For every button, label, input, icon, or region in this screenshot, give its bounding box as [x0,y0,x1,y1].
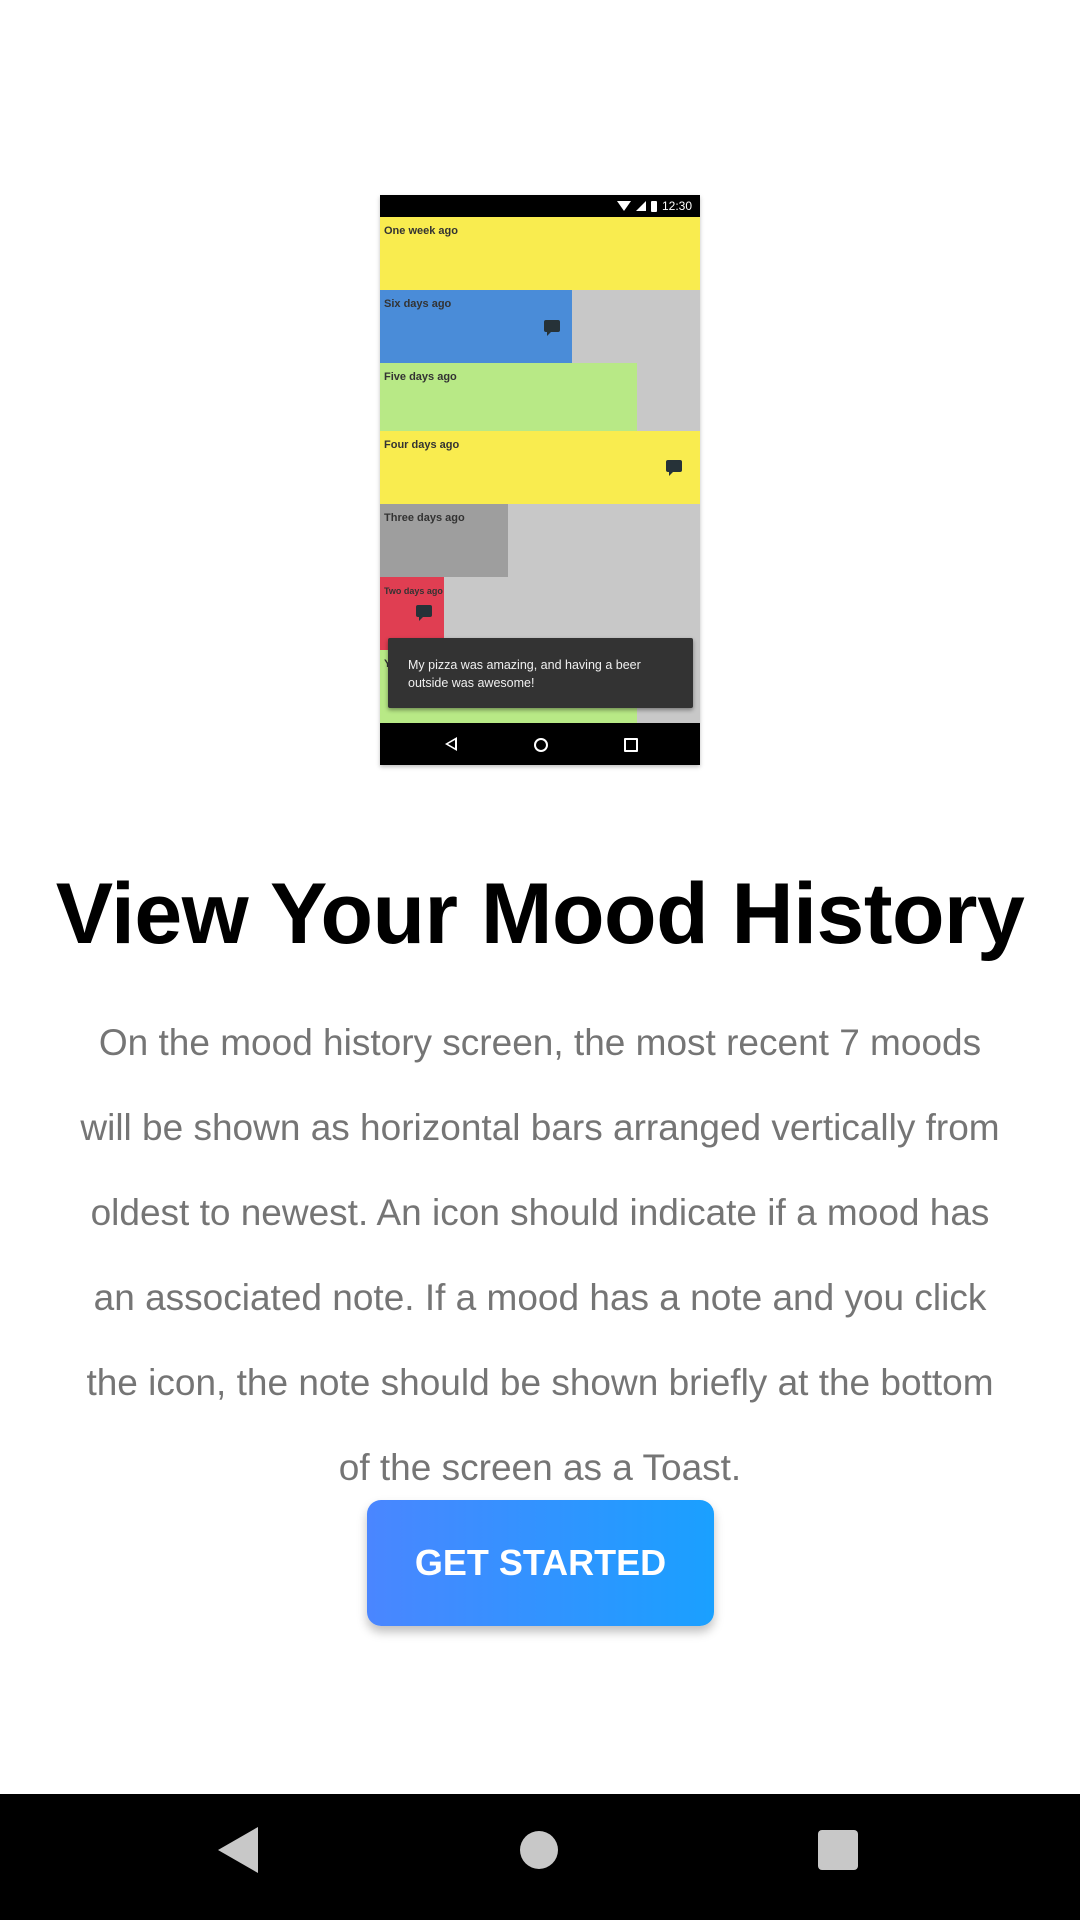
mood-bar: One week ago [380,217,700,290]
mockup-recents-icon [624,738,638,752]
page-title: View Your Mood History [55,866,1025,962]
system-nav-bar [0,1794,1080,1920]
mood-bar-label: Five days ago [384,371,457,383]
mockup-status-bar: 12:30 [380,195,700,217]
back-icon[interactable] [218,1827,258,1873]
mood-bar: Five days ago [380,363,637,436]
mood-bar-label: Two days ago [384,586,443,596]
mood-bar-label: Six days ago [384,298,452,310]
toast-message: My pizza was amazing, and having a beer … [388,638,693,708]
signal-icon [635,201,646,211]
wifi-icon [616,201,631,211]
battery-icon [650,200,657,212]
page-description: On the mood history screen, the most rec… [80,1022,1000,1488]
mockup-back-icon [445,737,457,751]
mood-bar: Three days ago [380,504,508,577]
home-icon[interactable] [520,1831,558,1869]
mood-history-mockup: 12:30 One week ago Six days ago Five days … [380,195,700,765]
comment-icon[interactable] [666,460,682,476]
mood-bar-label: One week ago [384,225,458,237]
comment-icon[interactable] [544,320,560,336]
comment-icon[interactable] [416,605,432,621]
mood-bar-label: Three days ago [384,512,465,524]
mockup-home-icon [534,738,548,752]
recents-icon[interactable] [818,1830,858,1870]
onboarding-screen: 12:30 One week ago Six days ago Five days … [0,0,1080,1920]
mockup-status-time: 12:30 [661,199,692,213]
mood-bar: Four days ago [380,431,700,504]
mood-bar-label: Four days ago [384,439,460,451]
get-started-button[interactable]: GET STARTED [367,1500,714,1626]
mockup-nav-bar [380,723,700,765]
mood-bar: Six days ago [380,290,572,363]
